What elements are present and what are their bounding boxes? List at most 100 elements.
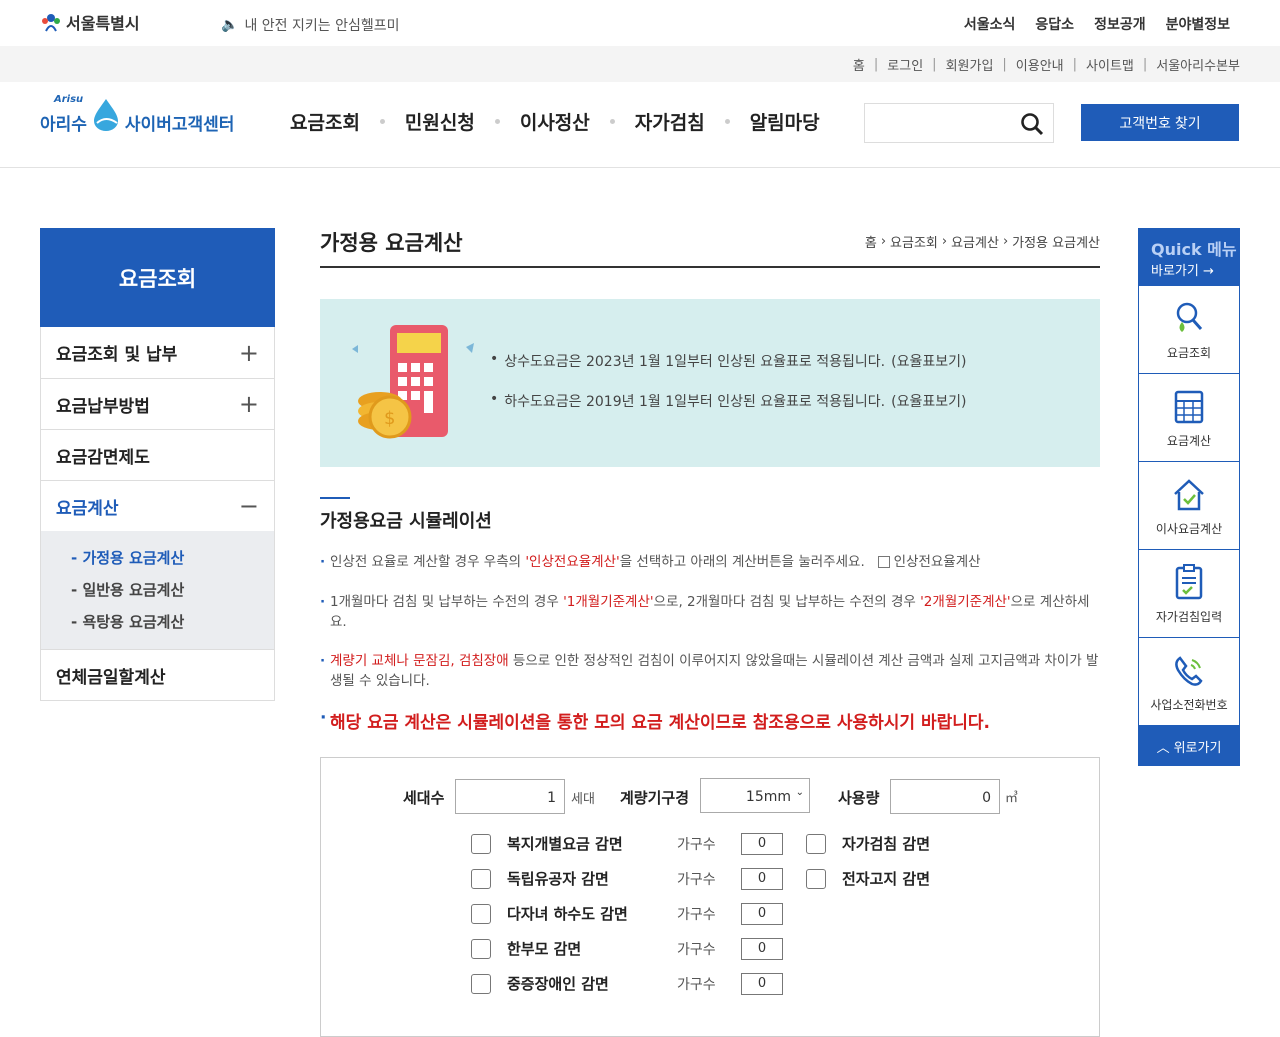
lnb-submenu: - 가정용 요금계산 - 일반용 요금계산 - 욕탕용 요금계산 (41, 531, 274, 649)
lnb-item-label: 요금조회 및 납부 (56, 345, 178, 365)
lnb-item-inquiry-payment[interactable]: 요금조회 및 납부 + (41, 327, 274, 378)
search-icon[interactable] (1019, 111, 1045, 137)
household-input[interactable]: 1 (455, 779, 565, 814)
svg-text:$: $ (384, 408, 395, 429)
lnb-item-payment-method[interactable]: 요금납부방법 + (41, 378, 274, 429)
rate-table-link[interactable]: (요율표보기) (891, 351, 966, 371)
quick-item-self-read[interactable]: 자가검침입력 (1138, 550, 1240, 638)
slogan[interactable]: 🔈 내 안전 지키는 안심헬프미 (221, 15, 399, 35)
self-read-checkbox[interactable] (806, 833, 826, 854)
calculator-coins-icon: $ (352, 325, 474, 439)
section-title: 가정용요금 시뮬레이션 (320, 511, 492, 532)
top-nav: 서울소식 응답소 정보공개 분야별정보 (964, 14, 1230, 34)
lnb-item-calc[interactable]: 요금계산 − (41, 480, 274, 531)
quick-menu-subtitle: 바로가기 (1151, 264, 1199, 279)
discount-checkbox[interactable] (471, 833, 491, 854)
lnb-item-late-fee[interactable]: 연체금일할계산 (41, 649, 274, 700)
rate-table-link[interactable]: (요율표보기) (891, 391, 966, 411)
util-sitemap[interactable]: 사이트맵 (1086, 55, 1134, 74)
discount-count-input[interactable]: 0 (741, 973, 783, 995)
e-bill-checkbox[interactable] (806, 868, 826, 889)
self-read-option: 자가검침 감면 (806, 833, 930, 854)
seoul-logo[interactable]: 서울특별시 (40, 10, 140, 34)
desc-highlight: '2개월기준계산' (920, 594, 1011, 610)
arisu-logo[interactable]: Arisu 아리수 사이버고객센터 (40, 94, 234, 135)
top-nav-news[interactable]: 서울소식 (964, 14, 1016, 34)
desc-text: 1개월마다 검침 및 납부하는 수전의 경우 (330, 594, 564, 610)
arrow-right-icon: → (1202, 264, 1214, 279)
lnb-item-label: 요금계산 (56, 498, 119, 519)
plus-icon[interactable]: + (239, 390, 259, 418)
usage-input[interactable]: 0 (890, 779, 1000, 814)
util-join[interactable]: 회원가입 (946, 55, 994, 74)
desc-text: 으로, 2개월마다 검침 및 납부하는 수전의 경우 (653, 594, 921, 610)
lnb-item-reduction[interactable]: 요금감면제도 (41, 429, 274, 480)
desc-highlight: '1개월기준계산' (563, 594, 654, 610)
minus-icon[interactable]: − (239, 492, 259, 520)
discount-label: 다자녀 하수도 감면 (507, 905, 628, 923)
discount-count-input[interactable]: 0 (741, 868, 783, 890)
notice-text: 상수도요금은 2023년 1월 1일부터 인상된 요율표로 적용됩니다. (504, 354, 886, 370)
left-nav: 요금조회 및 납부 + 요금납부방법 + 요금감면제도 요금계산 − - 가정용… (40, 327, 275, 701)
main-nav: 요금조회 민원신청 이사정산 자가검침 알림마당 (290, 108, 820, 135)
discount-checkbox[interactable] (471, 868, 491, 889)
discount-label: 독립유공자 감면 (507, 870, 609, 888)
pre-increase-rate-label[interactable]: 인상전요율계산 (894, 554, 981, 570)
discount-count-input[interactable]: 0 (741, 833, 783, 855)
quick-item-phone[interactable]: 사업소전화번호 (1138, 638, 1240, 726)
top-nav-info[interactable]: 정보공개 (1094, 14, 1146, 34)
meter-size-label: 계량기구경 (620, 789, 690, 807)
util-home[interactable]: 홈 (853, 55, 865, 74)
discount-checkbox[interactable] (471, 973, 491, 994)
quick-item-label: 사업소전화번호 (1150, 698, 1228, 712)
phone-icon (1175, 656, 1203, 686)
utility-nav: 홈 | 로그인 | 회원가입 | 이용안내 | 사이트맵 | 서울아리수본부 (852, 55, 1240, 74)
notice-text: 하수도요금은 2019년 1월 1일부터 인상된 요율표로 적용됩니다. (504, 394, 886, 410)
pre-increase-rate-checkbox[interactable] (877, 556, 890, 568)
page-title: 가정용 요금계산 (320, 231, 463, 255)
title-divider (320, 266, 1100, 268)
top-nav-response[interactable]: 응답소 (1035, 14, 1074, 34)
chevron-up-icon: ︿ (1156, 740, 1170, 756)
quick-item-label: 요금조회 (1166, 346, 1212, 360)
count-label: 가구수 (677, 977, 716, 993)
house-check-icon (1174, 479, 1204, 511)
seoul-logo-icon (40, 11, 62, 33)
discount-checkbox[interactable] (471, 903, 491, 924)
lnb-sub-general[interactable]: - 일반용 요금계산 (71, 573, 274, 605)
top-bar: 서울특별시 🔈 내 안전 지키는 안심헬프미 서울소식 응답소 정보공개 분야별… (0, 0, 1280, 46)
breadcrumb-calc[interactable]: 요금계산 (951, 232, 999, 251)
description-1: 인상전 요율로 계산할 경우 우측의 '인상전요율계산'을 선택하고 아래의 계… (320, 552, 1100, 572)
lnb-sub-household[interactable]: - 가정용 요금계산 (71, 541, 274, 573)
top-nav-field[interactable]: 분야별정보 (1166, 14, 1230, 34)
discount-count-input[interactable]: 0 (741, 903, 783, 925)
util-arisu-hq[interactable]: 서울아리수본부 (1156, 55, 1240, 74)
plus-icon[interactable]: + (239, 339, 259, 367)
discount-count-input[interactable]: 0 (741, 938, 783, 960)
arisu-drop-icon (91, 97, 121, 135)
calculator-icon (1174, 390, 1204, 424)
gnb-fee-inquiry[interactable]: 요금조회 (290, 108, 360, 135)
util-guide[interactable]: 이용안내 (1016, 55, 1064, 74)
household-unit: 세대 (571, 792, 595, 807)
discount-checkbox[interactable] (471, 938, 491, 959)
find-customer-number-button[interactable]: 고객번호 찾기 (1081, 104, 1239, 141)
gnb-civil[interactable]: 민원신청 (405, 108, 475, 135)
discount-row: 복지개별요금 감면 (471, 833, 623, 854)
notice-list: • 상수도요금은 2023년 1월 1일부터 인상된 요율표로 적용됩니다. (요… (490, 351, 966, 431)
meter-size-select[interactable]: 15mm ⌄ (700, 778, 810, 813)
gnb-self-read[interactable]: 자가검침 (635, 108, 705, 135)
search-box[interactable] (864, 103, 1054, 143)
breadcrumb-inquiry[interactable]: 요금조회 (890, 232, 938, 251)
gnb-notice[interactable]: 알림마당 (750, 108, 820, 135)
slogan-text: 내 안전 지키는 안심헬프미 (244, 18, 400, 34)
usage-label: 사용량 (838, 789, 880, 807)
util-login[interactable]: 로그인 (887, 55, 923, 74)
quick-item-move-calc[interactable]: 이사요금계산 (1138, 462, 1240, 550)
gnb-move[interactable]: 이사정산 (520, 108, 590, 135)
go-top-button[interactable]: ︿ 위로가기 (1138, 726, 1240, 766)
lnb-sub-bath[interactable]: - 욕탕용 요금계산 (71, 605, 274, 637)
breadcrumb-home[interactable]: 홈 (865, 232, 877, 251)
quick-item-inquiry[interactable]: 요금조회 (1138, 286, 1240, 374)
quick-item-calc[interactable]: 요금계산 (1138, 374, 1240, 462)
